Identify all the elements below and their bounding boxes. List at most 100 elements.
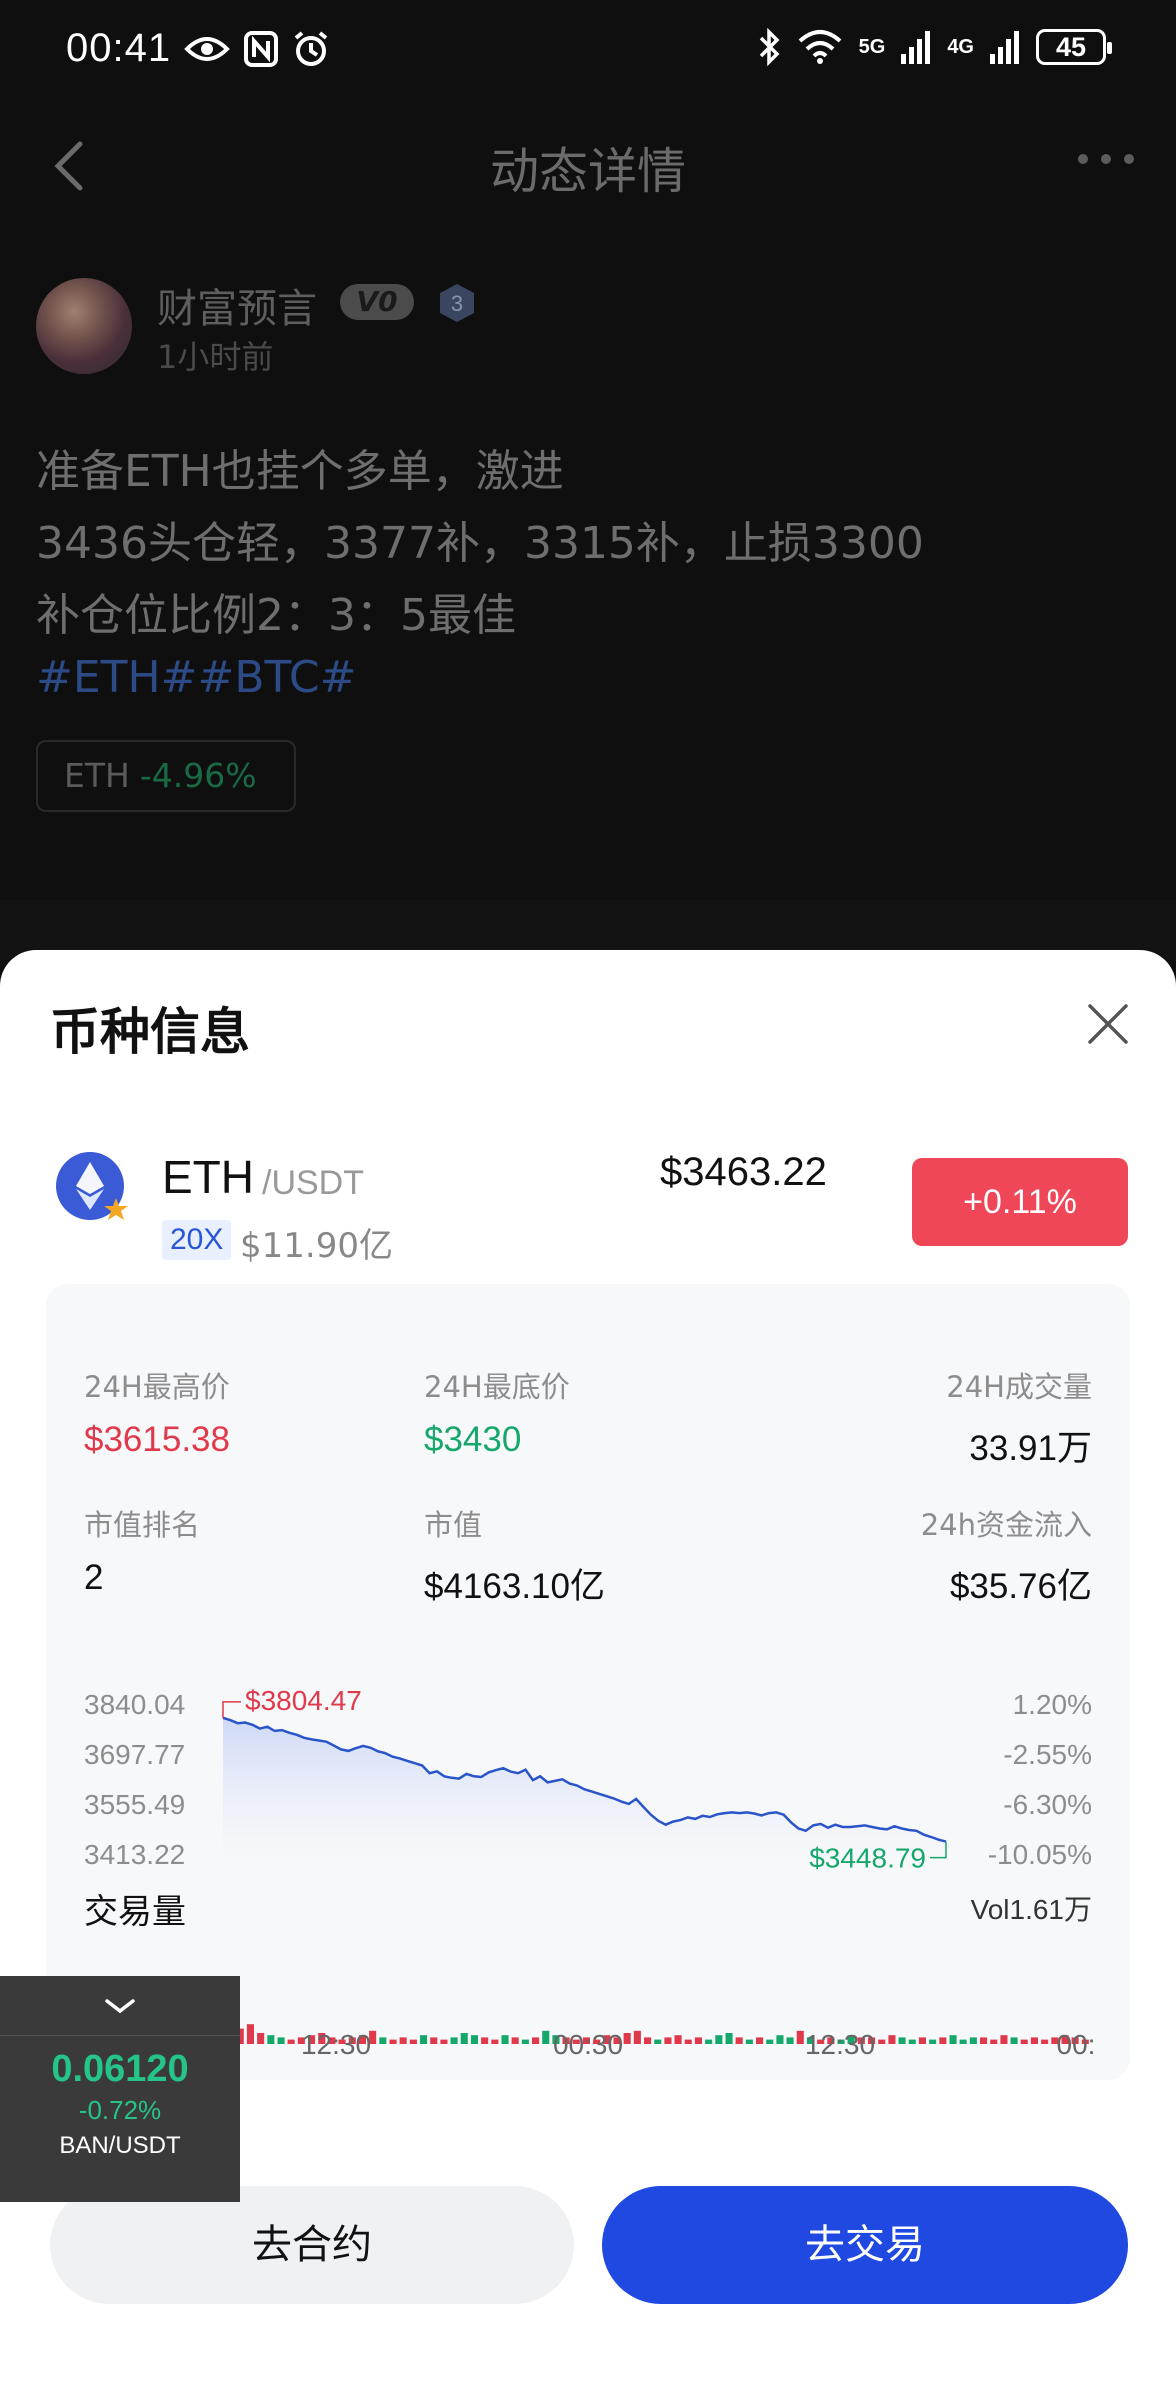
volume-bar: [745, 2039, 753, 2044]
volume-bar: [654, 2039, 662, 2044]
x-tick-label: 00:30: [553, 2029, 623, 2060]
x-tick-label: 12:30: [301, 2029, 371, 2060]
go-contract-button[interactable]: 去合约: [50, 2186, 574, 2304]
volume-bar: [949, 2035, 957, 2044]
close-icon[interactable]: [1086, 1002, 1130, 1046]
post-hashtags[interactable]: #ETH##BTC#: [36, 652, 356, 703]
more-options-icon[interactable]: [1078, 152, 1134, 166]
volume-bar: [511, 2037, 519, 2044]
author-avatar[interactable]: [36, 278, 132, 374]
volume-bar: [990, 2039, 998, 2044]
volume-bar: [389, 2039, 397, 2044]
volume-bar: [918, 2037, 926, 2044]
volume-bar: [267, 2035, 275, 2044]
volume-bar: [440, 2039, 448, 2044]
volume-bar: [420, 2035, 428, 2044]
coin-quote: /USDT: [262, 1164, 364, 1202]
volume-bar: [1010, 2037, 1018, 2044]
coin-chip-change: -4.96%: [139, 756, 257, 795]
y-pct-tick-label: 1.20%: [1013, 1689, 1092, 1720]
chart-low-label: $3448.79: [809, 1843, 926, 1874]
volume-bar: [694, 2037, 702, 2044]
go-trade-button[interactable]: 去交易: [602, 2186, 1128, 2304]
volume-bar: [501, 2035, 509, 2044]
coin-price: $3463.22: [660, 1150, 827, 1194]
volume-bar: [756, 2037, 764, 2044]
high-marker-line: [222, 1701, 241, 1718]
x-tick-label: 00:: [1057, 2029, 1096, 2060]
leverage-tag: 20X: [162, 1220, 232, 1260]
stats-card: 24H最高价 $3615.38 24H最底价 $3430 24H成交量 33.9…: [46, 1284, 1130, 2080]
post-body: 准备ETH也挂个多单，激进 3436头仓轻，3377补，3315补，止损3300 补…: [36, 436, 924, 652]
y-pct-tick-label: -2.55%: [1003, 1739, 1092, 1770]
volume-bar: [1000, 2035, 1008, 2044]
post-line-1: 准备ETH也挂个多单，激进: [36, 446, 564, 497]
volume-bar: [379, 2037, 387, 2044]
volume-bar: [959, 2039, 967, 2044]
volume-bar: [277, 2037, 285, 2044]
coin-chip[interactable]: ETH -4.96%: [36, 740, 296, 812]
volume-bar: [633, 2030, 641, 2044]
volume-bar: [969, 2037, 977, 2044]
vip-badge: V0: [340, 284, 414, 320]
collapse-chevron-icon[interactable]: [0, 1976, 240, 2036]
volume-bar: [1030, 2037, 1038, 2044]
y-tick-label: 3697.77: [84, 1739, 185, 1770]
volume-bar: [532, 2037, 540, 2044]
volume-bar: [1020, 2039, 1028, 2044]
volume-bar: [257, 2033, 265, 2044]
volume-bar: [705, 2039, 713, 2044]
volume-bar: [888, 2035, 896, 2044]
ticker-change: -0.72%: [78, 2095, 162, 2125]
volume-bar: [674, 2035, 682, 2044]
volume-bar: [623, 2033, 631, 2044]
volume-bar: [929, 2039, 937, 2044]
volume-bar: [939, 2037, 947, 2044]
y-tick-label: 3413.22: [84, 1839, 185, 1870]
y-tick-label: 3840.04: [84, 1689, 185, 1720]
volume-bar: [521, 2039, 529, 2044]
volume-bar: [542, 2030, 550, 2044]
level-number: 3: [451, 291, 463, 316]
page-title: 动态详情: [489, 143, 686, 200]
y-tick-label: 3555.49: [84, 1789, 185, 1820]
volume-bar: [481, 2037, 489, 2044]
volume-bar: [470, 2035, 478, 2044]
market-cap-short: $11.90亿: [240, 1226, 393, 1266]
volume-bar: [450, 2037, 458, 2044]
volume-bar: [715, 2035, 723, 2044]
volume-bar: [898, 2037, 906, 2044]
eth-logo-icon: [56, 1152, 128, 1220]
sheet-title: 币种信息: [50, 1003, 250, 1061]
volume-bar: [725, 2033, 733, 2044]
floating-ticker[interactable]: 0.06120 -0.72% BAN/USDT: [0, 1976, 240, 2202]
volume-bar: [409, 2039, 417, 2044]
volume-bar: [430, 2037, 438, 2044]
volume-bar: [491, 2039, 499, 2044]
volume-bar: [684, 2039, 692, 2044]
post-detail-page: 动态详情 财富预言 V0 3 1小时前 准备ETH也挂个多单，激进 3436头仓轻…: [0, 0, 1176, 960]
volume-bar: [246, 2024, 254, 2044]
ticker-price: 0.06120: [51, 2048, 189, 2090]
post-line-3: 补仓位比例2：3：5最佳: [36, 590, 516, 641]
volume-bar: [796, 2030, 804, 2044]
chart-high-label: $3804.47: [245, 1685, 362, 1716]
volume-bar: [878, 2039, 886, 2044]
price-chart[interactable]: 3840.04 3697.77 3555.49 3413.22 1.20% -2.55% -…: [46, 1284, 1130, 2080]
post-time: 1小时前: [157, 338, 274, 376]
level-badge-icon: 3: [440, 284, 474, 322]
volume-total: Vol1.61万: [970, 1894, 1092, 1925]
volume-title: 交易量: [84, 1892, 186, 1932]
price-change-badge: +0.11%: [912, 1158, 1128, 1246]
volume-bar: [786, 2037, 794, 2044]
volume-bar: [399, 2037, 407, 2044]
ticker-pair: BAN/USDT: [59, 2132, 181, 2159]
coin-symbol: ETH: [162, 1151, 254, 1203]
volume-bar: [664, 2037, 672, 2044]
x-tick-label: 12:30: [805, 2029, 875, 2060]
volume-bar: [287, 2039, 295, 2044]
y-pct-tick-label: -6.30%: [1003, 1789, 1092, 1820]
post-line-2: 3436头仓轻，3377补，3315补，止损3300: [36, 518, 924, 569]
author-name[interactable]: 财富预言: [157, 276, 317, 334]
volume-bar: [1041, 2039, 1049, 2044]
